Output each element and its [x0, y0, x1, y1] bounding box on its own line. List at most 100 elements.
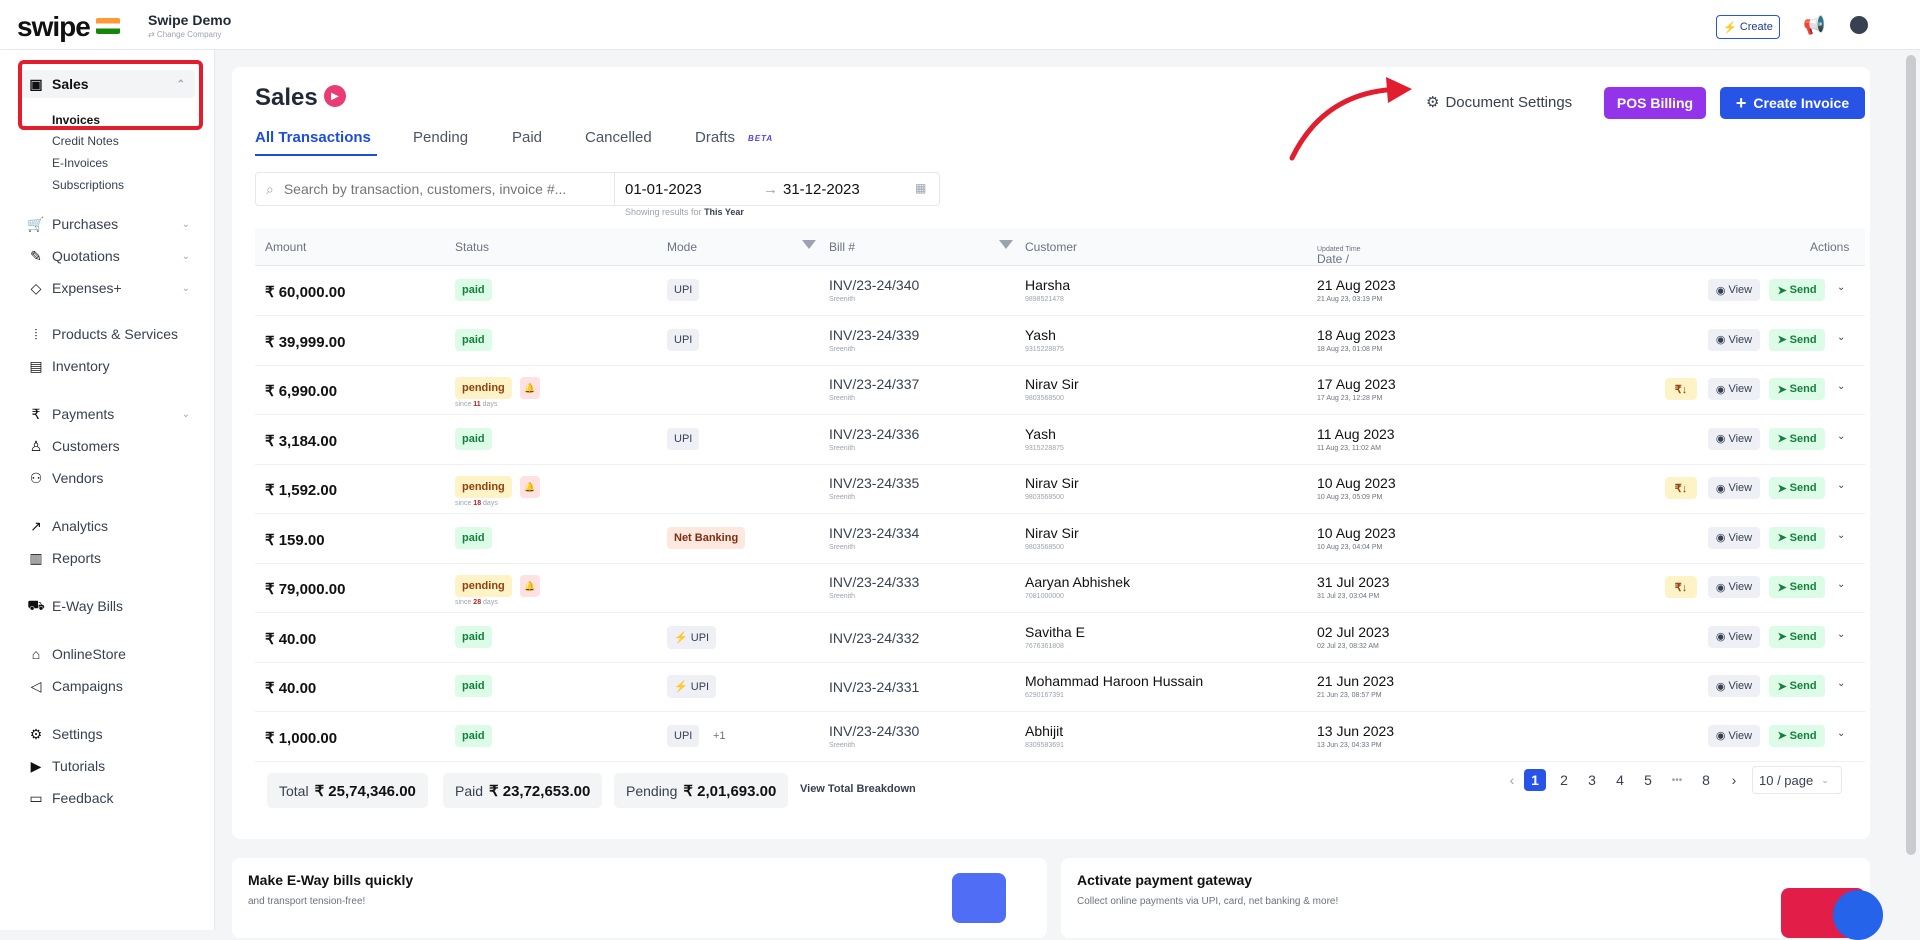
page-2[interactable]: 2	[1553, 769, 1575, 791]
sidebar-item-products[interactable]: ⦙ Products & Services	[0, 320, 200, 348]
page-1[interactable]: 1	[1524, 769, 1546, 791]
send-button[interactable]: ➤ Send	[1769, 477, 1825, 499]
search-box[interactable]: ⌕	[255, 172, 615, 206]
promo-eway[interactable]: Make E-Way bills quickly and transport t…	[232, 858, 1047, 938]
send-button[interactable]: ➤ Send	[1769, 625, 1825, 648]
company-switcher[interactable]: Swipe Demo ⇄ Change Company	[148, 12, 231, 39]
payment-reminder-button[interactable]: ₹↓	[1665, 378, 1697, 400]
bill-cell[interactable]: INV/23-24/330 Sreenith	[829, 723, 919, 749]
date-range-picker[interactable]: 01-01-2023 → 31-12-2023 ▦	[614, 172, 940, 206]
date-to[interactable]: 31-12-2023	[783, 181, 860, 198]
sidebar-item-vendors[interactable]: ⚇ Vendors	[0, 464, 200, 492]
sidebar-sub-e-invoices[interactable]: E-Invoices	[52, 156, 108, 170]
page-4[interactable]: 4	[1609, 769, 1631, 791]
view-button[interactable]: ◉ View	[1708, 576, 1760, 598]
table-row[interactable]: ₹ 40.00 paid ⚡ UPI INV/23-24/331 Mohammad Ha…	[255, 663, 1865, 712]
bill-cell[interactable]: INV/23-24/336 Sreenith	[829, 426, 919, 452]
announcement-icon[interactable]: 📢	[1803, 15, 1825, 36]
swipe-logo[interactable]: swipe	[17, 11, 120, 43]
customer-cell[interactable]: Nirav Sir 9803568500	[1025, 376, 1079, 402]
send-button[interactable]: ➤ Send	[1769, 427, 1825, 450]
bill-cell[interactable]: INV/23-24/337 Sreenith	[829, 376, 919, 402]
sidebar-item-expenses[interactable]: ◇ Expenses+ ⌄	[0, 274, 200, 302]
view-button[interactable]: ◉ View	[1708, 378, 1760, 400]
table-row[interactable]: ₹ 1,592.00 pending 🔔 since 18 days INV/23-24…	[255, 465, 1865, 514]
table-row[interactable]: ₹ 39,999.00 paid UPI INV/23-24/339 Sreenith Y…	[255, 317, 1865, 366]
customer-cell[interactable]: Aaryan Abhishek 7081000000	[1025, 574, 1130, 600]
tab-paid[interactable]: Paid	[512, 129, 542, 146]
sidebar-item-campaigns[interactable]: ◁ Campaigns	[0, 672, 200, 700]
bill-cell[interactable]: INV/23-24/335 Sreenith	[829, 475, 919, 501]
calendar-icon[interactable]: ▦	[915, 181, 926, 195]
next-page-icon[interactable]: ›	[1723, 769, 1745, 791]
sidebar-item-analytics[interactable]: ↗ Analytics	[0, 512, 200, 540]
customer-cell[interactable]: Mohammad Haroon Hussain 6290167391	[1025, 673, 1203, 699]
bill-cell[interactable]: INV/23-24/332	[829, 630, 919, 646]
view-button[interactable]: ◉ View	[1708, 477, 1760, 499]
bill-cell[interactable]: INV/23-24/334 Sreenith	[829, 525, 919, 551]
table-row[interactable]: ₹ 3,184.00 paid UPI INV/23-24/336 Sreenith Ya…	[255, 416, 1865, 465]
page-5[interactable]: 5	[1637, 769, 1659, 791]
profile-avatar-icon[interactable]	[1850, 16, 1868, 34]
chevron-down-icon[interactable]: ⌄	[1837, 480, 1845, 491]
sidebar-item-feedback[interactable]: ▭ Feedback	[0, 784, 200, 812]
view-button[interactable]: ◉ View	[1708, 675, 1760, 697]
sidebar-item-customers[interactable]: ♙ Customers	[0, 432, 200, 460]
table-row[interactable]: ₹ 6,990.00 pending 🔔 since 11 days INV/23-24…	[255, 366, 1865, 415]
bell-icon[interactable]: 🔔	[520, 575, 540, 597]
view-button[interactable]: ◉ View	[1708, 427, 1760, 450]
tab-drafts[interactable]: Drafts	[695, 129, 735, 146]
chevron-down-icon[interactable]: ⌄	[1837, 431, 1845, 442]
payment-reminder-button[interactable]: ₹↓	[1665, 477, 1697, 499]
table-row[interactable]: ₹ 79,000.00 pending 🔔 since 28 days INV/23-2…	[255, 564, 1865, 613]
bill-cell[interactable]: INV/23-24/339 Sreenith	[829, 327, 919, 353]
tab-all-transactions[interactable]: All Transactions	[255, 129, 371, 146]
view-button[interactable]: ◉ View	[1708, 328, 1760, 351]
page-3[interactable]: 3	[1581, 769, 1603, 791]
sidebar-item-tutorials[interactable]: ▶ Tutorials	[0, 752, 200, 780]
chevron-down-icon[interactable]: ⌄	[1837, 629, 1845, 640]
bill-cell[interactable]: INV/23-24/331	[829, 679, 919, 695]
table-row[interactable]: ₹ 159.00 paid Net Banking INV/23-24/334 Sree…	[255, 515, 1865, 564]
sidebar-item-payments[interactable]: ₹ Payments ⌄	[0, 400, 200, 428]
chevron-down-icon[interactable]: ⌄	[1837, 530, 1845, 541]
bell-icon[interactable]: 🔔	[520, 476, 540, 498]
scrollbar[interactable]	[1906, 55, 1916, 855]
chevron-down-icon[interactable]: ⌄	[1837, 579, 1845, 590]
customer-cell[interactable]: Harsha 9898521478	[1025, 277, 1070, 303]
date-from[interactable]: 01-01-2023	[625, 181, 702, 198]
table-row[interactable]: ₹ 60,000.00 paid UPI INV/23-24/340 Sreenith H…	[255, 267, 1865, 316]
view-button[interactable]: ◉ View	[1708, 724, 1760, 747]
search-input[interactable]	[283, 181, 604, 197]
sidebar-item-quotations[interactable]: ✎ Quotations ⌄	[0, 242, 200, 270]
view-total-breakdown-link[interactable]: View Total Breakdown	[800, 783, 916, 795]
prev-page-icon[interactable]: ‹	[1501, 769, 1523, 791]
filter-bill-icon[interactable]	[999, 240, 1013, 249]
view-button[interactable]: ◉ View	[1708, 279, 1760, 301]
chevron-down-icon[interactable]: ⌄	[1837, 282, 1845, 293]
bill-cell[interactable]: INV/23-24/340 Sreenith	[829, 277, 919, 303]
create-invoice-button[interactable]: + Create Invoice	[1720, 87, 1865, 119]
send-button[interactable]: ➤ Send	[1769, 675, 1825, 697]
sidebar-item-eway-bills[interactable]: ⛟ E-Way Bills	[0, 592, 200, 620]
page-ellipsis[interactable]: •••	[1666, 769, 1688, 791]
view-button[interactable]: ◉ View	[1708, 526, 1760, 549]
page-size-select[interactable]: 10 / page ⌄	[1752, 766, 1842, 794]
tab-cancelled[interactable]: Cancelled	[585, 129, 652, 146]
send-button[interactable]: ➤ Send	[1769, 279, 1825, 301]
support-chat-icon[interactable]	[1833, 890, 1883, 940]
sidebar-sub-credit-notes[interactable]: Credit Notes	[52, 134, 119, 148]
send-button[interactable]: ➤ Send	[1769, 576, 1825, 598]
send-button[interactable]: ➤ Send	[1769, 328, 1825, 351]
send-button[interactable]: ➤ Send	[1769, 724, 1825, 747]
sidebar-item-online-store[interactable]: ⌂ OnlineStore	[0, 640, 200, 668]
promo-payment-gateway[interactable]: Activate payment gateway Collect online …	[1061, 858, 1870, 938]
page-8[interactable]: 8	[1695, 769, 1717, 791]
customer-cell[interactable]: Yash 9315228875	[1025, 327, 1064, 353]
sidebar-item-settings[interactable]: ⚙ Settings	[0, 720, 200, 748]
tab-pending[interactable]: Pending	[413, 129, 468, 146]
sidebar-item-reports[interactable]: ▥ Reports	[0, 544, 200, 572]
filter-mode-icon[interactable]	[802, 240, 816, 249]
customer-cell[interactable]: Nirav Sir 9803568500	[1025, 475, 1079, 501]
send-button[interactable]: ➤ Send	[1769, 378, 1825, 400]
